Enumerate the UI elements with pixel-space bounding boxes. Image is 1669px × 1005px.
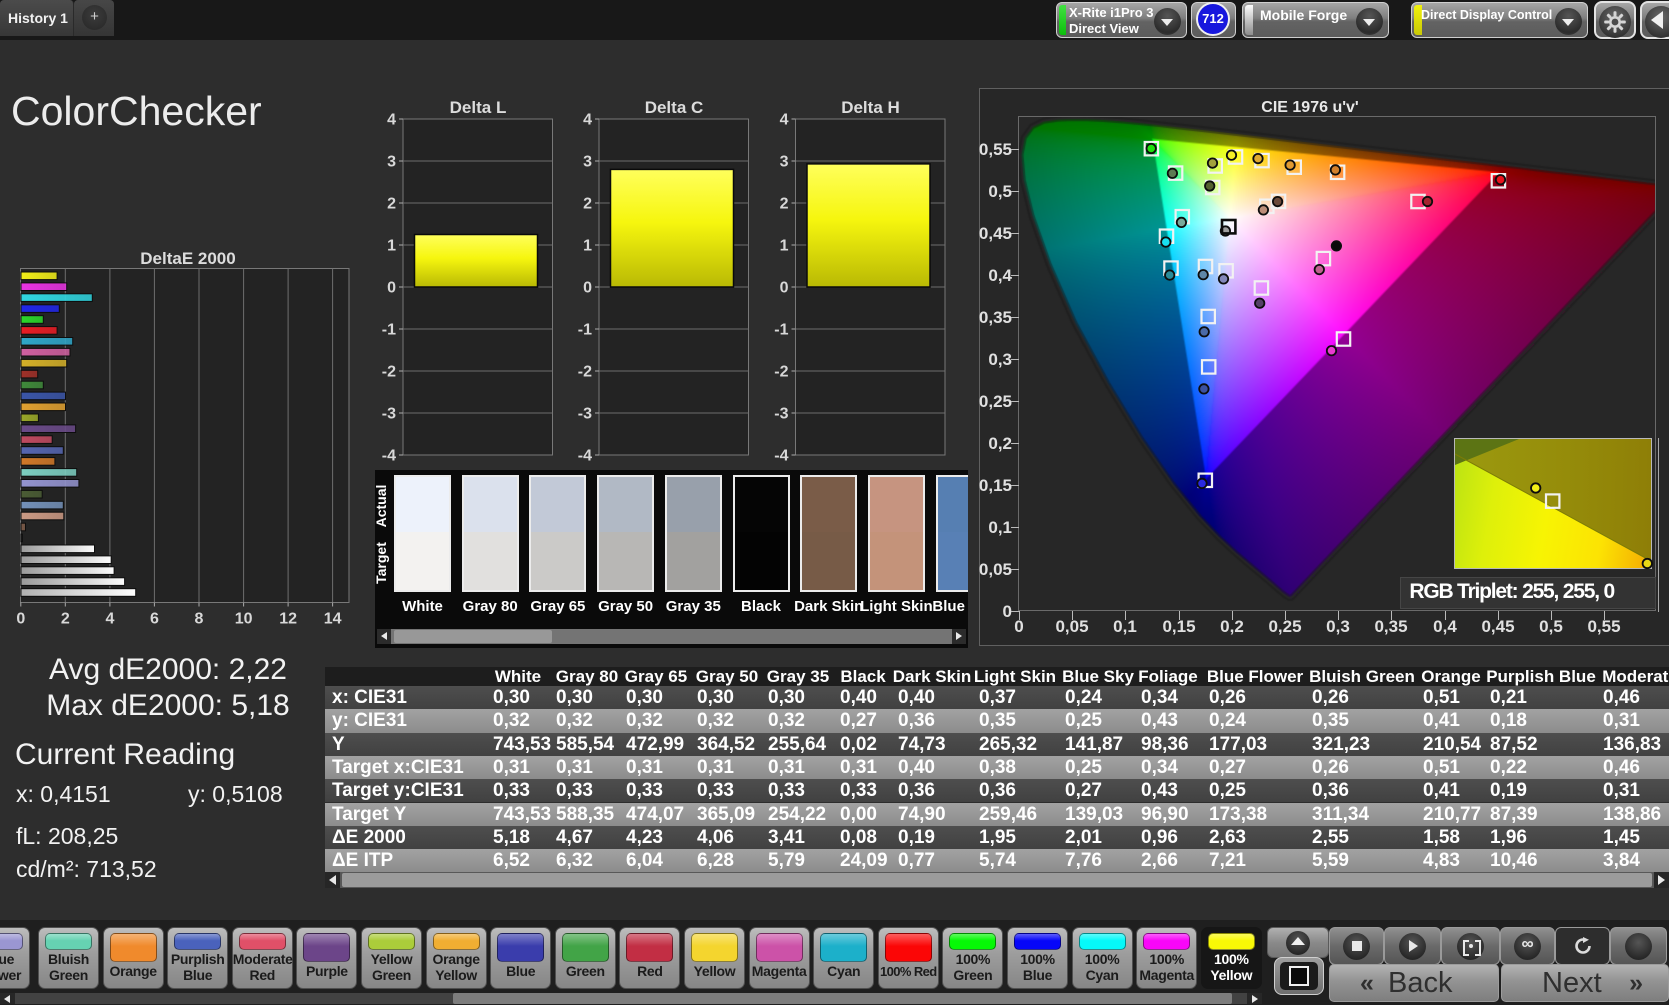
svg-text:14: 14 [324,611,342,628]
svg-text:-3: -3 [578,406,592,423]
svg-text:3: 3 [780,154,789,171]
svg-text:0: 0 [387,280,396,297]
svg-text:8: 8 [195,611,204,628]
svg-text:4: 4 [583,112,592,129]
svg-text:-3: -3 [774,406,788,423]
svg-text:4: 4 [780,112,789,129]
svg-text:2: 2 [780,196,789,213]
svg-text:2: 2 [583,196,592,213]
svg-text:0: 0 [583,280,592,297]
svg-text:-1: -1 [578,322,592,339]
svg-text:-2: -2 [774,364,788,381]
svg-text:1: 1 [387,238,396,255]
svg-text:1: 1 [780,238,789,255]
svg-text:-2: -2 [578,364,592,381]
svg-text:6: 6 [150,611,159,628]
svg-text:-4: -4 [382,448,396,465]
svg-text:Delta C: Delta C [645,98,704,117]
svg-text:12: 12 [279,611,297,628]
svg-text:4: 4 [105,611,114,628]
svg-text:Delta H: Delta H [841,98,900,117]
svg-text:3: 3 [387,154,396,171]
svg-text:0: 0 [780,280,789,297]
svg-text:3: 3 [583,154,592,171]
svg-text:-1: -1 [774,322,788,339]
svg-text:Delta L: Delta L [450,98,507,117]
svg-text:DeltaE 2000: DeltaE 2000 [140,249,235,268]
svg-text:2: 2 [61,611,70,628]
svg-text:0: 0 [16,611,25,628]
svg-text:10: 10 [235,611,253,628]
svg-text:-4: -4 [774,448,788,465]
svg-text:1: 1 [583,238,592,255]
svg-text:-1: -1 [382,322,396,339]
svg-text:-3: -3 [382,406,396,423]
svg-text:4: 4 [387,112,396,129]
svg-text:-2: -2 [382,364,396,381]
svg-text:-4: -4 [578,448,592,465]
svg-text:2: 2 [387,196,396,213]
